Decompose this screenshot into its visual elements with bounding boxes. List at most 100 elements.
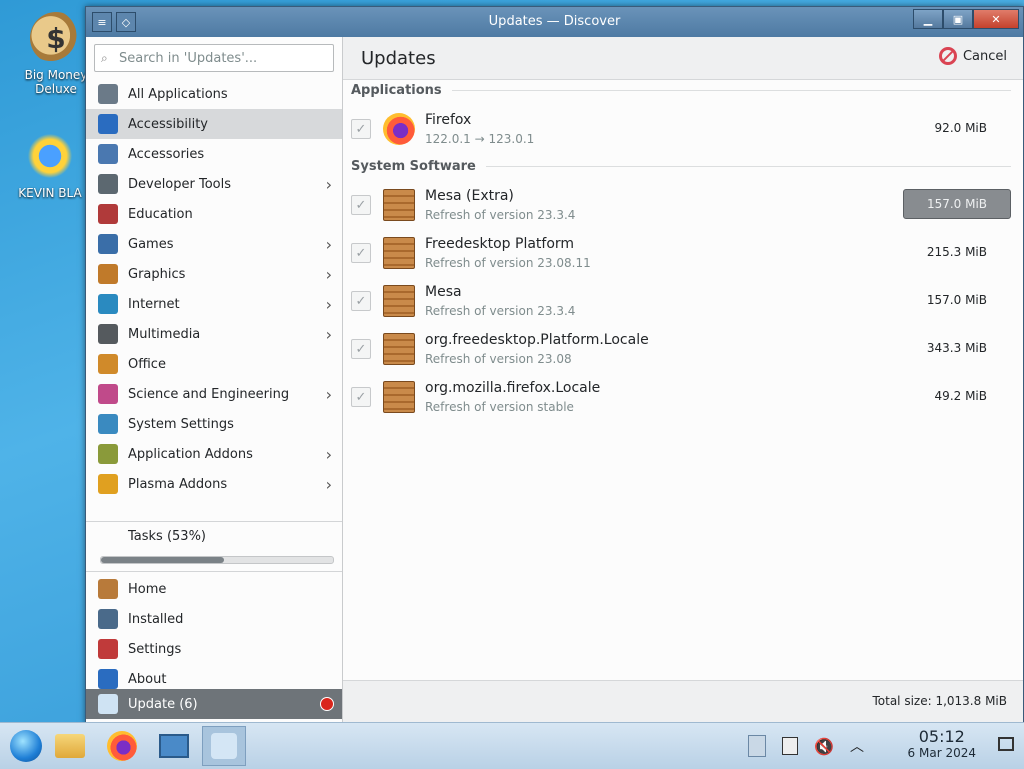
accessibility-icon [98, 114, 118, 134]
sidebar-item-all-applications[interactable]: All Applications [86, 79, 342, 109]
chevron-right-icon: › [325, 325, 332, 344]
multimedia-icon [98, 324, 118, 344]
section-heading-label: Applications [351, 83, 442, 98]
package-icon [383, 381, 415, 413]
show-desktop-icon[interactable] [998, 737, 1014, 751]
sidebar-item-games[interactable]: Games › [86, 229, 342, 259]
start-button[interactable] [4, 726, 48, 766]
sidebar-item-accessibility[interactable]: Accessibility [86, 109, 342, 139]
clock-date: 6 Mar 2024 [907, 746, 976, 760]
sidebar-item-label: All Applications [128, 86, 228, 102]
update-name: org.freedesktop.Platform.Locale [425, 332, 649, 348]
sidebar-item-update[interactable]: Update (6) [86, 689, 342, 719]
sidebar-item-label: Accessibility [128, 116, 208, 132]
update-checkbox[interactable]: ✓ [351, 387, 371, 407]
sidebar-item-developer-tools[interactable]: Developer Tools › [86, 169, 342, 199]
sidebar-item-application-addons[interactable]: Application Addons › [86, 439, 342, 469]
cancel-button[interactable]: Cancel [938, 47, 1007, 65]
sidebar-item-label: Graphics [128, 266, 186, 282]
sidebar-item-plasma-addons[interactable]: Plasma Addons › [86, 469, 342, 499]
update-row[interactable]: ✓ Freedesktop Platform Refresh of version … [343, 231, 1023, 277]
section-divider [451, 90, 1011, 91]
sidebar-item-settings[interactable]: Settings [86, 634, 342, 664]
chevron-right-icon: › [325, 295, 332, 314]
clipboard-icon[interactable] [748, 735, 767, 757]
close-button[interactable]: ✕ [973, 9, 1019, 29]
money-bag-icon: $ [30, 12, 82, 64]
desktop-icon-label: Big Money [24, 68, 88, 82]
tasks-item[interactable]: Tasks (53%) [86, 521, 342, 551]
update-row[interactable]: ✓ org.freedesktop.Platform.Locale Refresh … [343, 327, 1023, 373]
chevron-up-icon[interactable]: ︿ [850, 736, 864, 756]
file-manager-button[interactable] [48, 726, 92, 766]
discover-taskbar-button[interactable] [202, 726, 246, 766]
notification-badge [320, 697, 334, 711]
sidebar-item-graphics[interactable]: Graphics › [86, 259, 342, 289]
desktop-icon-kevin[interactable]: KEVIN BLA [10, 130, 90, 200]
chevron-right-icon: › [325, 265, 332, 284]
title-bar[interactable]: ≡ ◇ Updates — Discover ▁ ▣ ✕ [86, 7, 1023, 37]
sidebar-item-label: Games [128, 236, 174, 252]
firefox-taskbar-button[interactable] [100, 726, 144, 766]
search-input[interactable] [117, 49, 321, 67]
sidebar-item-label: System Settings [128, 416, 234, 432]
sidebar-item-office[interactable]: Office [86, 349, 342, 379]
education-icon [98, 204, 118, 224]
sidebar-item-label: Office [128, 356, 166, 372]
globe-sun-icon [24, 130, 76, 182]
update-name: Firefox [425, 112, 472, 128]
section-heading: System Software [351, 159, 1011, 174]
update-row[interactable]: ✓ Mesa Refresh of version 23.3.4 157.0 MiB [343, 279, 1023, 325]
sidebar-item-home[interactable]: Home [86, 574, 342, 604]
accessories-icon [98, 144, 118, 164]
chevron-right-icon: › [325, 385, 332, 404]
sidebar-item-label: Accessories [128, 146, 205, 162]
volume-muted-icon[interactable]: 🔇 [814, 737, 834, 756]
clock[interactable]: 05:12 6 Mar 2024 [908, 727, 976, 760]
sidebar-item-label: Developer Tools [128, 176, 232, 192]
sidebar-item-system-settings[interactable]: System Settings [86, 409, 342, 439]
sidebar-item-label: About [128, 671, 167, 687]
update-checkbox[interactable]: ✓ [351, 339, 371, 359]
sidebar-item-label: Home [128, 581, 167, 597]
sidebar-item-accessories[interactable]: Accessories [86, 139, 342, 169]
update-name: Mesa (Extra) [425, 188, 514, 204]
sidebar-item-internet[interactable]: Internet › [86, 289, 342, 319]
cancel-label: Cancel [962, 48, 1007, 64]
update-checkbox[interactable]: ✓ [351, 243, 371, 263]
update-size: 215.3 MiB [926, 245, 987, 259]
sidebar-item-multimedia[interactable]: Multimedia › [86, 319, 342, 349]
update-checkbox[interactable]: ✓ [351, 195, 371, 215]
sidebar-item-label: Internet [128, 296, 180, 312]
section-heading: Applications [351, 83, 1011, 98]
update-version: Refresh of version 23.3.4 [425, 304, 576, 318]
notes-icon[interactable] [782, 737, 799, 755]
about-icon [98, 669, 118, 689]
update-checkbox[interactable]: ✓ [351, 291, 371, 311]
chevron-right-icon: › [325, 445, 332, 464]
cancel-icon [938, 47, 957, 65]
chevron-right-icon: › [325, 235, 332, 254]
sidebar-item-science-and-engineering[interactable]: Science and Engineering › [86, 379, 342, 409]
minimize-button[interactable]: ▁ [913, 9, 943, 29]
update-size[interactable]: 157.0 MiB [903, 189, 1011, 219]
package-icon [383, 237, 415, 269]
sidebar-item-education[interactable]: Education [86, 199, 342, 229]
desktop-icon-big-money[interactable]: $ Big Money Deluxe [16, 12, 96, 96]
sidebar-item-label: Update (6) [128, 696, 198, 712]
office-icon [98, 354, 118, 374]
footer: Total size: 1,013.8 MiB [343, 680, 1023, 723]
total-size: Total size: 1,013.8 MiB [872, 694, 1007, 708]
update-row[interactable]: ✓ Firefox 122.0.1 → 123.0.1 92.0 MiB [343, 107, 1023, 153]
maximize-button[interactable]: ▣ [943, 9, 973, 29]
update-checkbox[interactable]: ✓ [351, 119, 371, 139]
discover-window: ≡ ◇ Updates — Discover ▁ ▣ ✕ ⌕ All Appli… [85, 6, 1024, 724]
sidebar-item-label: Science and Engineering [128, 386, 290, 402]
system-settings-taskbar-button[interactable] [152, 726, 196, 766]
sidebar-item-installed[interactable]: Installed [86, 604, 342, 634]
search-field[interactable]: ⌕ [94, 44, 334, 72]
update-row[interactable]: ✓ org.mozilla.firefox.Locale Refresh of ve… [343, 375, 1023, 421]
progress-fill [101, 557, 224, 563]
update-row[interactable]: ✓ Mesa (Extra) Refresh of version 23.3.4 15… [343, 183, 1023, 229]
folder-icon [55, 734, 85, 758]
